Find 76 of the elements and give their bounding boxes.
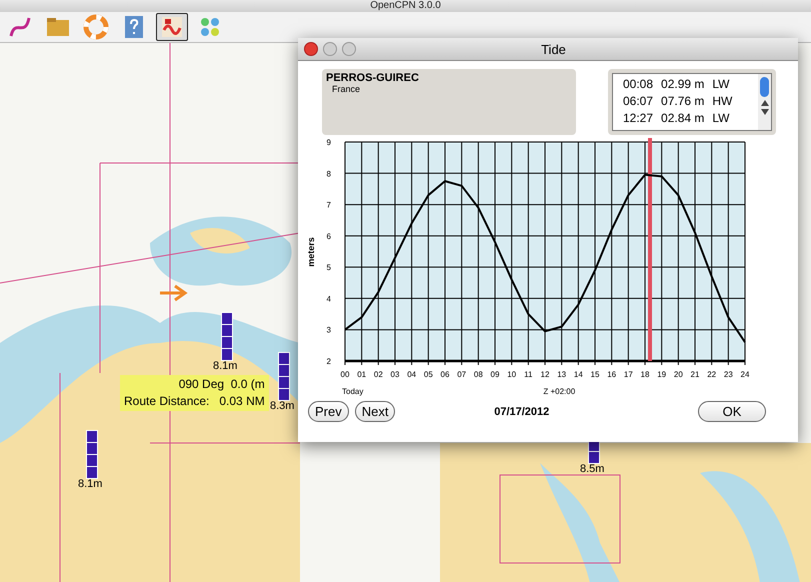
tide-events-list[interactable]: 00:08 02.99 m LW 06:07 07.76 m HW 12:27 02.84 m LW [612, 73, 772, 131]
x-tick-label: 10 [507, 370, 516, 379]
event-time: 06:07 [623, 93, 654, 110]
x-tick-label: 09 [490, 370, 500, 379]
tide-level-marker [86, 430, 98, 479]
x-tick-label: 08 [474, 370, 483, 379]
x-tick-label: 21 [690, 370, 700, 379]
minimize-button[interactable] [323, 42, 337, 56]
x-tick-label: 24 [740, 370, 750, 379]
x-tick-label: 15 [590, 370, 600, 379]
ok-button[interactable]: OK [698, 401, 766, 422]
x-tick-label: 23 [724, 370, 733, 379]
tide-level-marker [278, 352, 290, 401]
day-label: Today [342, 387, 364, 398]
event-height: 07.76 m [661, 93, 704, 110]
tide-height-label: 8.1m [78, 478, 102, 490]
x-tick-label: 18 [640, 370, 650, 379]
next-button[interactable]: Next [354, 401, 396, 422]
prev-button[interactable]: Prev [308, 401, 349, 422]
event-height: 02.84 m [661, 110, 704, 127]
x-tick-label: 11 [524, 370, 532, 379]
x-tick-label: 19 [657, 370, 666, 379]
x-tick-label: 17 [624, 370, 633, 379]
y-tick-label: 5 [326, 263, 331, 272]
date-label: 07/17/2012 [493, 406, 550, 418]
station-country: France [331, 84, 362, 94]
y-axis-label: meters [306, 237, 316, 267]
x-tick-label: 01 [357, 370, 366, 379]
event-time: 12:27 [623, 110, 654, 127]
event-time: 00:08 [623, 76, 654, 93]
x-tick-label: 03 [390, 370, 400, 379]
zoom-button[interactable] [342, 42, 356, 56]
app-title: OpenCPN 3.0.0 [370, 0, 441, 12]
event-type: LW [712, 110, 730, 127]
y-tick-label: 4 [326, 294, 331, 304]
x-tick-label: 07 [457, 370, 466, 379]
scroll-up-icon[interactable] [760, 100, 768, 106]
event-type: LW [712, 76, 730, 93]
bearing-text: 090 Deg 0.0 (m [178, 376, 265, 393]
x-tick-label: 05 [424, 370, 433, 379]
scroll-thumb[interactable] [760, 77, 769, 97]
x-tick-label: 06 [440, 370, 450, 379]
event-type: HW [712, 93, 732, 110]
window-title: Tide [540, 42, 567, 56]
folder-icon [47, 18, 69, 36]
x-tick-label: 20 [674, 370, 683, 379]
tide-height-label: 8.3m [270, 400, 294, 412]
x-tick-label: 02 [374, 370, 383, 379]
route-distance-text: Route Distance: 0.03 NM [124, 393, 265, 410]
event-height: 02.99 m [661, 76, 704, 93]
y-tick-label: 9 [326, 138, 331, 147]
timezone-label: Z +02:00 [543, 387, 576, 398]
x-tick-label: 13 [557, 370, 566, 379]
help-icon [125, 16, 143, 38]
tide-icon [162, 17, 182, 37]
tide-height-label: 8.1m [213, 360, 238, 372]
y-tick-label: 8 [326, 169, 331, 178]
x-tick-label: 04 [407, 370, 416, 379]
x-tick-label: 14 [574, 370, 583, 379]
lifebuoy-icon [84, 14, 108, 40]
route-icon [10, 18, 30, 36]
x-tick-label: 12 [540, 370, 550, 379]
y-tick-label: 6 [326, 232, 331, 241]
y-tick-label: 7 [326, 200, 331, 210]
x-tick-label: 16 [607, 370, 616, 379]
tide-height-label: 8.5m [580, 463, 604, 475]
close-button[interactable] [304, 42, 318, 56]
y-tick-label: 2 [326, 357, 331, 366]
scroll-down-icon[interactable] [760, 109, 768, 115]
scrollbar[interactable] [758, 74, 771, 130]
x-tick-label: 00 [340, 370, 350, 379]
x-tick-label: 22 [707, 370, 716, 379]
station-name: PERROS-GUIREC [326, 72, 420, 84]
y-tick-label: 3 [326, 326, 331, 335]
tide-tool-button[interactable] [156, 13, 188, 41]
tide-level-marker [221, 312, 233, 361]
